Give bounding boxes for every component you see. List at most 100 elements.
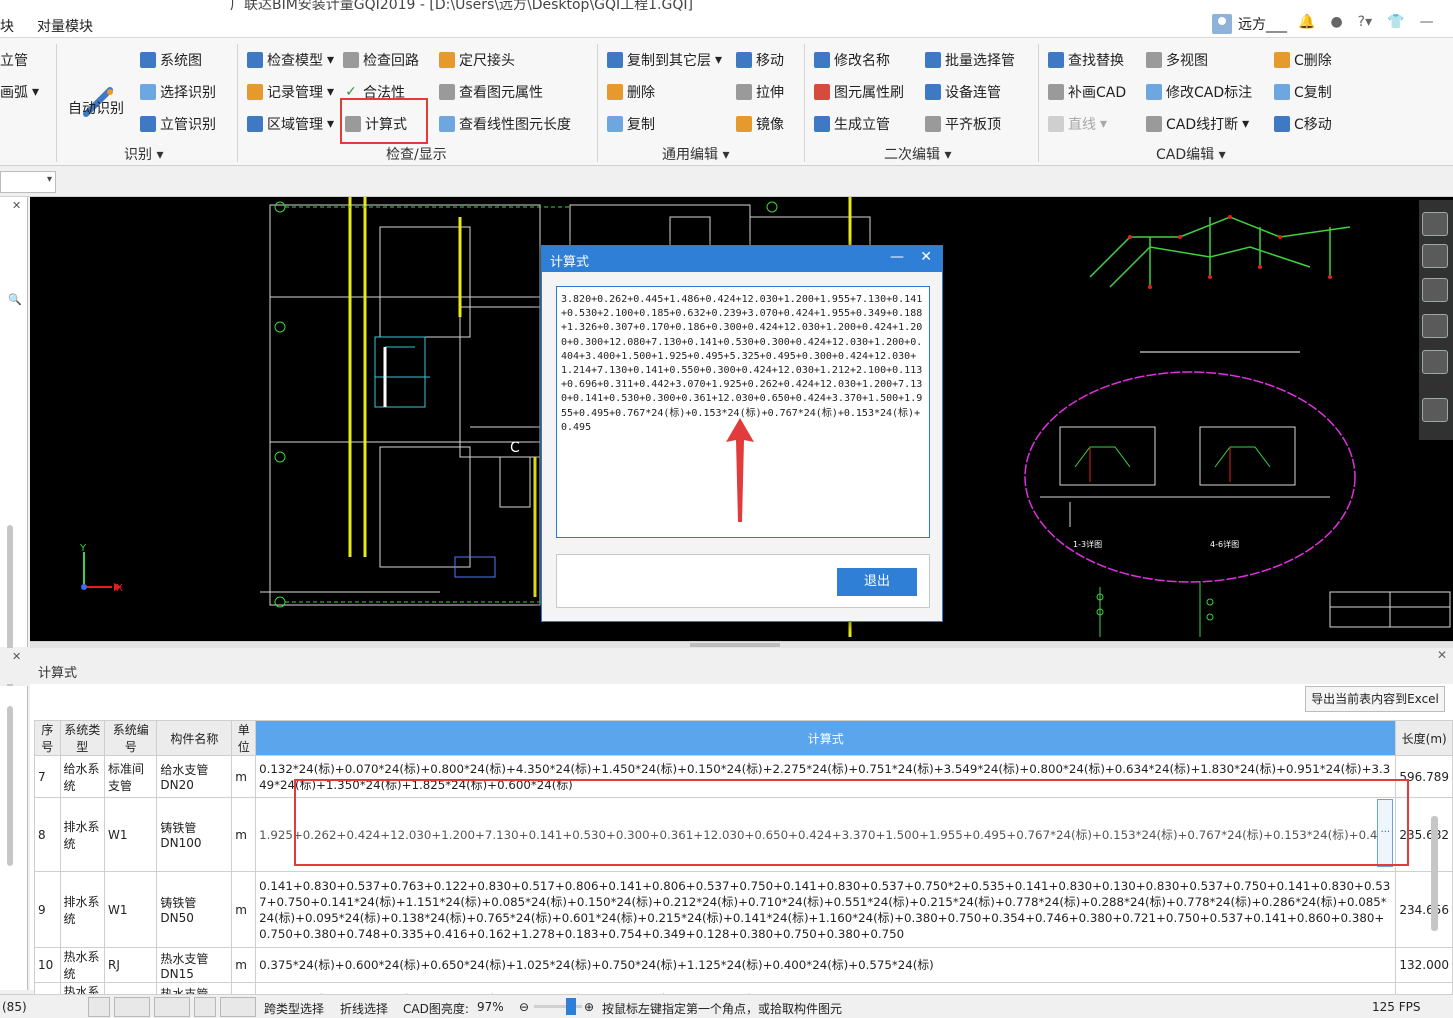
c-delete-button[interactable]: C删除 bbox=[1274, 50, 1332, 70]
minimize-icon[interactable]: — bbox=[890, 249, 904, 265]
bell-icon[interactable]: 🔔 bbox=[1298, 14, 1315, 30]
move-button[interactable]: 移动 bbox=[736, 50, 784, 70]
col-header-sys-type[interactable]: 系统类型 bbox=[59, 720, 106, 756]
line-button[interactable]: 直线 ▾ bbox=[1048, 114, 1107, 134]
view-cube-icon[interactable] bbox=[1422, 244, 1448, 268]
ribbon-riser-partial[interactable]: 立管 bbox=[0, 50, 28, 70]
table-row[interactable]: 9 排水系统 W1 铸铁管DN50 m 0.141+0.830+0.537+0.… bbox=[34, 871, 1453, 948]
patch-cad-button[interactable]: 补画CAD bbox=[1048, 82, 1126, 102]
cad-brightness-label: CAD图亮度: bbox=[403, 1002, 469, 1016]
close-icon[interactable]: ✕ bbox=[920, 249, 932, 265]
close-icon[interactable]: ✕ bbox=[1437, 648, 1447, 662]
cell-unit: m bbox=[231, 797, 257, 872]
area-manage-button[interactable]: 区域管理 ▾ bbox=[247, 114, 334, 134]
col-header-sys-code[interactable]: 系统编号 bbox=[104, 720, 158, 756]
c-copy-button[interactable]: C复制 bbox=[1274, 82, 1332, 102]
ribbon-separator bbox=[597, 44, 598, 162]
prop-brush-button[interactable]: 图元属性刷 bbox=[814, 82, 904, 102]
ribbon-separator bbox=[804, 44, 805, 162]
check-model-button[interactable]: 检查模型 ▾ bbox=[247, 50, 334, 70]
export-excel-button[interactable]: 导出当前表内容到Excel bbox=[1305, 686, 1445, 712]
find-replace-button[interactable]: 查找替换 bbox=[1048, 50, 1124, 70]
close-icon[interactable]: ✕ bbox=[12, 650, 21, 663]
floor-select[interactable] bbox=[0, 171, 56, 193]
check-loop-icon bbox=[343, 52, 359, 68]
rename-button[interactable]: 修改名称 bbox=[814, 50, 890, 70]
polyline-select-button[interactable]: 折线选择 bbox=[340, 1000, 388, 1017]
ribbon-arc-partial[interactable]: 画弧 ▾ bbox=[0, 82, 39, 102]
view-box-icon[interactable] bbox=[1422, 314, 1448, 338]
cell-formula[interactable]: 0.375*24(标)+0.600*24(标)+0.650*24(标)+1.02… bbox=[255, 947, 1397, 983]
zoom-in-icon[interactable]: ⊕ bbox=[584, 1000, 594, 1014]
splitter-grip[interactable] bbox=[690, 643, 780, 647]
snap-toggle-icon[interactable] bbox=[114, 997, 150, 1017]
record-manage-button[interactable]: 记录管理 ▾ bbox=[247, 82, 334, 102]
riser-identify-button[interactable]: 立管识别 bbox=[140, 114, 216, 134]
col-header-name[interactable]: 构件名称 bbox=[156, 720, 233, 756]
group-label-cad[interactable]: CAD编辑 ▾ bbox=[1156, 144, 1226, 164]
cell-name: 铸铁管DN50 bbox=[156, 871, 233, 948]
fixed-joint-button[interactable]: 定尺接头 bbox=[439, 50, 515, 70]
view-layers-icon[interactable] bbox=[1422, 398, 1448, 422]
zoom-out-icon[interactable]: ⊖ bbox=[519, 1000, 529, 1014]
view-length-button[interactable]: 查看线性图元长度 bbox=[439, 114, 571, 134]
mirror-button[interactable]: 镜像 bbox=[736, 114, 784, 134]
batch-select-button[interactable]: 批量选择管 bbox=[925, 50, 1015, 70]
dialog-title-bar[interactable]: 计算式 — ✕ bbox=[542, 246, 942, 272]
stretch-button[interactable]: 拉伸 bbox=[736, 82, 784, 102]
multi-view-button[interactable]: 多视图 bbox=[1146, 50, 1208, 70]
copy-layer-icon bbox=[607, 52, 623, 68]
check-loop-button[interactable]: 检查回路 bbox=[343, 50, 419, 70]
minimize-icon[interactable]: — bbox=[1420, 14, 1434, 30]
copy-layer-button[interactable]: 复制到其它层 ▾ bbox=[607, 50, 722, 70]
col-header-length[interactable]: 长度(m) bbox=[1395, 720, 1453, 756]
c-move-button[interactable]: C移动 bbox=[1274, 114, 1332, 134]
modify-cad-label-button[interactable]: 修改CAD标注 bbox=[1146, 82, 1252, 102]
menu-tab-partial[interactable]: 块 bbox=[0, 16, 14, 36]
group-label-edit2[interactable]: 二次编辑 ▾ bbox=[884, 144, 951, 164]
user-area[interactable]: 远方___ bbox=[1212, 14, 1287, 34]
equip-connect-button[interactable]: 设备连管 bbox=[925, 82, 1001, 102]
col-header-no[interactable]: 序号 bbox=[34, 720, 61, 756]
view-3d-icon[interactable] bbox=[1422, 212, 1448, 236]
system-map-button[interactable]: 系统图 bbox=[140, 50, 202, 70]
menu-tab-measure[interactable]: 对量模块 bbox=[37, 16, 93, 36]
calc-formula-highlight bbox=[340, 98, 428, 144]
angle-toggle-icon[interactable] bbox=[220, 997, 256, 1017]
shirt-icon[interactable]: 👕 bbox=[1387, 14, 1404, 30]
cell-sys-type: 热水系统 bbox=[59, 947, 106, 983]
help-icon[interactable]: ?▾ bbox=[1358, 14, 1372, 30]
ortho-toggle-icon[interactable] bbox=[88, 997, 110, 1017]
copy-button[interactable]: 复制 bbox=[607, 114, 655, 134]
panel-splitter[interactable] bbox=[30, 641, 1453, 648]
grid-toggle-icon[interactable] bbox=[154, 997, 190, 1017]
gen-riser-button[interactable]: 生成立管 bbox=[814, 114, 890, 134]
cad-break-button[interactable]: CAD线打断 ▾ bbox=[1146, 114, 1249, 134]
gen-riser-icon bbox=[814, 116, 830, 132]
close-icon[interactable]: ✕ bbox=[12, 199, 21, 212]
cross-toggle-icon[interactable] bbox=[194, 997, 216, 1017]
search-icon[interactable]: 🔍 bbox=[8, 293, 22, 306]
table-header-row: 序号 系统类型 系统编号 构件名称 单位 计算式 长度(m) bbox=[34, 720, 1453, 756]
table-scrollbar[interactable] bbox=[1431, 816, 1438, 931]
flat-ceiling-button[interactable]: 平齐板顶 bbox=[925, 114, 1001, 134]
cross-type-select-button[interactable]: 跨类型选择 bbox=[264, 1000, 324, 1017]
delete-button[interactable]: 删除 bbox=[607, 82, 655, 102]
view-top-icon[interactable] bbox=[1422, 278, 1448, 302]
select-identify-button[interactable]: 选择识别 bbox=[140, 82, 216, 102]
cell-sys-code: W1 bbox=[104, 871, 158, 948]
table-row[interactable]: 10 热水系统 RJ 热水支管DN15 m 0.375*24(标)+0.600*… bbox=[34, 947, 1453, 983]
multi-view-icon bbox=[1146, 52, 1162, 68]
view-props-button[interactable]: 查看图元属性 bbox=[439, 82, 543, 102]
chat-icon[interactable]: ● bbox=[1330, 14, 1342, 30]
group-label-edit[interactable]: 通用编辑 ▾ bbox=[662, 144, 729, 164]
left-scrollbar[interactable] bbox=[7, 706, 13, 866]
col-header-unit[interactable]: 单位 bbox=[231, 720, 257, 756]
group-label-identify[interactable]: 识别 ▾ bbox=[124, 144, 163, 164]
brightness-slider-knob[interactable] bbox=[566, 998, 576, 1015]
auto-identify-button[interactable]: 自动识别 bbox=[68, 98, 124, 118]
cell-formula[interactable]: 0.141+0.830+0.537+0.763+0.122+0.830+0.51… bbox=[255, 871, 1397, 948]
exit-button[interactable]: 退出 bbox=[837, 568, 917, 596]
rotate-icon[interactable] bbox=[1422, 350, 1448, 374]
col-header-formula[interactable]: 计算式 bbox=[255, 720, 1397, 756]
